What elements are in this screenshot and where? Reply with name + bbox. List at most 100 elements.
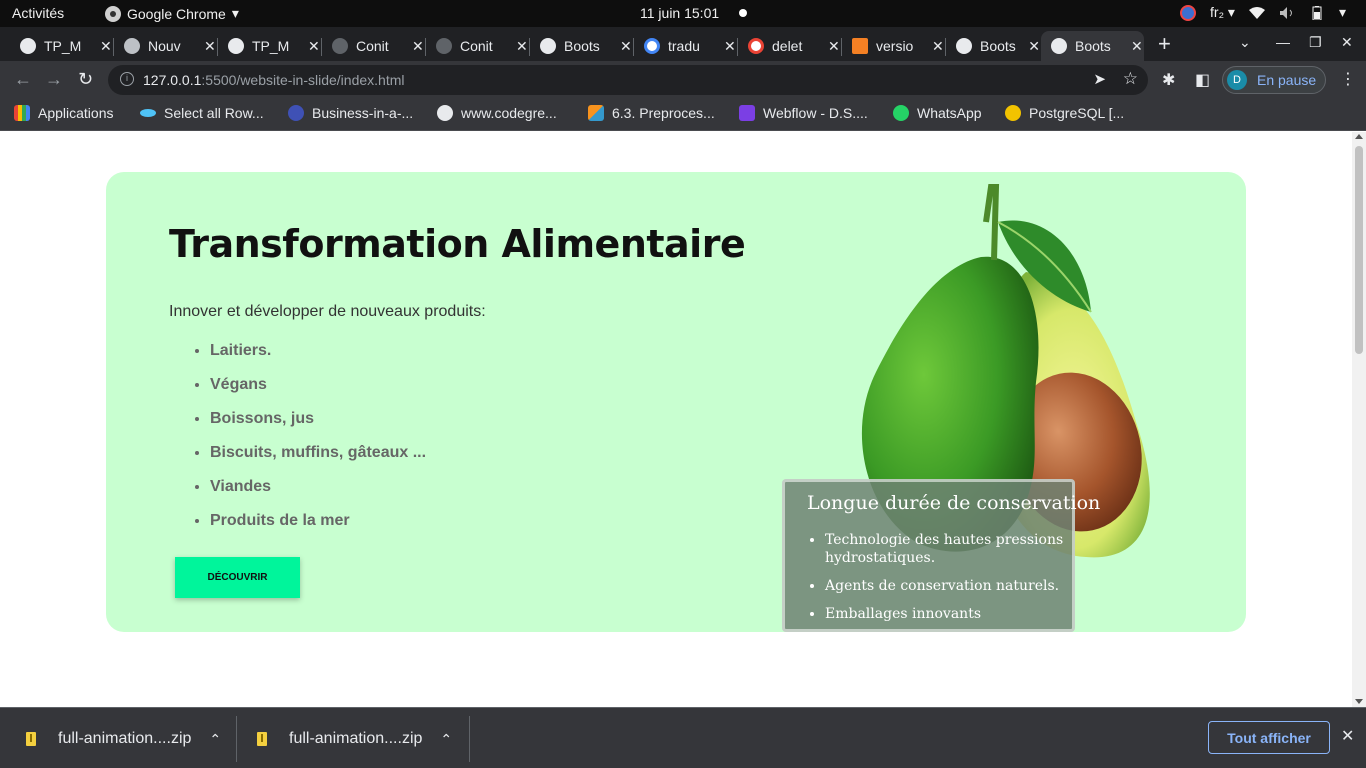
bookmark-item[interactable]: PostgreSQL [... (1005, 105, 1124, 121)
power-menu-icon[interactable]: ▾ (1339, 4, 1346, 21)
back-button[interactable]: ← (14, 69, 32, 90)
profile-status: En pause (1257, 72, 1317, 88)
whatsapp-icon (893, 105, 909, 121)
tab[interactable]: delet ✕ (738, 31, 842, 61)
globe-icon (1051, 38, 1067, 54)
chevron-up-icon[interactable]: ⌃ (440, 731, 452, 748)
scikit-icon (588, 105, 604, 121)
url-text[interactable]: 127.0.0.1:5500/website-in-slide/index.ht… (143, 72, 405, 88)
profile-button[interactable]: D En pause (1222, 66, 1326, 94)
globe-icon (540, 38, 556, 54)
tab[interactable]: Boots ✕ (946, 31, 1040, 61)
reload-button[interactable]: ↻ (78, 69, 93, 90)
google-icon (644, 38, 660, 54)
menu-kebab-icon[interactable]: ⋮ (1340, 69, 1356, 89)
forward-button[interactable]: → (45, 69, 63, 90)
show-all-button[interactable]: Tout afficher (1208, 721, 1330, 754)
tab[interactable]: TP_M ✕ (10, 31, 114, 61)
close-window-button[interactable]: ✕ (1341, 34, 1353, 51)
vertical-scrollbar[interactable] (1352, 132, 1366, 707)
keyboard-layout[interactable]: fr₂ ▾ (1210, 4, 1235, 21)
discover-button[interactable]: DÉCOUVRIR (175, 557, 300, 598)
tab[interactable]: Conit ✕ (426, 31, 530, 61)
tab-search-icon[interactable]: ⌄ (1239, 34, 1251, 51)
list-item: Boissons, jus (210, 410, 426, 444)
list-item: Biscuits, muffins, gâteaux ... (210, 444, 426, 478)
chrome-icon (124, 38, 140, 54)
browser-toolbar: ← → ↻ i 127.0.0.1:5500/website-in-slide/… (0, 61, 1366, 99)
close-tab-icon[interactable]: ✕ (412, 38, 424, 55)
close-tab-icon[interactable]: ✕ (516, 38, 528, 55)
overlay-title: Longue durée de conservation (807, 492, 1101, 514)
bookmark-item[interactable]: Business-in-a-... (288, 105, 413, 121)
tab[interactable]: Conit ✕ (322, 31, 426, 61)
bookmark-item[interactable]: Select all Row... (140, 105, 264, 121)
tab[interactable]: versio ✕ (842, 31, 946, 61)
app-indicator-icon[interactable] (1180, 4, 1197, 21)
download-filename: full-animation....zip (289, 730, 423, 747)
webflow-icon (739, 105, 755, 121)
tab[interactable]: tradu ✕ (634, 31, 738, 61)
close-tab-icon[interactable]: ✕ (1028, 38, 1040, 55)
tab[interactable]: TP_M ✕ (218, 31, 322, 61)
zip-file-icon (257, 732, 267, 746)
close-icon[interactable]: ✕ (1341, 726, 1354, 746)
download-item[interactable]: full-animation....zip ⌃ (257, 716, 467, 762)
extensions-icon[interactable]: ✱ (1162, 70, 1175, 90)
chrome-icon (105, 5, 121, 22)
product-list: Laitiers. Végans Boissons, jus Biscuits,… (210, 342, 426, 546)
close-tab-icon[interactable]: ✕ (932, 38, 944, 55)
zip-file-icon (26, 732, 36, 746)
wifi-icon (1248, 6, 1265, 19)
scrollbar-thumb[interactable] (1355, 146, 1363, 354)
notification-dot (739, 9, 747, 17)
minimize-button[interactable]: — (1276, 34, 1290, 50)
tab[interactable]: Boots ✕ (530, 31, 634, 61)
download-item[interactable]: full-animation....zip ⌃ (26, 716, 236, 762)
bookmark-star-icon[interactable]: ☆ (1123, 69, 1138, 89)
system-tray[interactable]: fr₂ ▾ ▾ (1180, 4, 1346, 21)
clock[interactable]: 11 juin 15:01 (640, 5, 719, 21)
overlay-list: Technologie des hautes pressions hydrost… (825, 531, 1065, 633)
database-icon (1005, 105, 1021, 121)
scroll-up-arrow[interactable] (1355, 134, 1363, 139)
downloads-shelf: full-animation....zip ⌃ full-animation..… (0, 707, 1366, 768)
github-icon (436, 38, 452, 54)
tab-active[interactable]: Boots ✕ (1041, 31, 1144, 61)
download-filename: full-animation....zip (58, 730, 192, 747)
bookmarks-bar: Applications Select all Row... Business-… (0, 99, 1366, 131)
close-tab-icon[interactable]: ✕ (100, 38, 112, 55)
hero-card: Transformation Alimentaire Innover et dé… (106, 172, 1246, 632)
scroll-down-arrow[interactable] (1355, 699, 1363, 704)
new-tab-button[interactable]: + (1158, 31, 1171, 57)
side-panel-icon[interactable]: ◧ (1195, 70, 1210, 90)
app-menu[interactable]: Google Chrome ▾ (105, 5, 239, 22)
close-tab-icon[interactable]: ✕ (204, 38, 216, 55)
globe-icon (437, 105, 453, 121)
info-icon[interactable]: i (120, 72, 134, 86)
list-item: Emballages innovants (825, 605, 1065, 623)
list-item: Agents de conservation naturels. (825, 577, 1065, 595)
close-tab-icon[interactable]: ✕ (620, 38, 632, 55)
close-tab-icon[interactable]: ✕ (828, 38, 840, 55)
page-viewport: Transformation Alimentaire Innover et dé… (0, 132, 1352, 707)
activities-button[interactable]: Activités (12, 5, 64, 21)
volume-icon (1279, 6, 1292, 19)
close-tab-icon[interactable]: ✕ (308, 38, 320, 55)
divider (469, 716, 470, 762)
close-tab-icon[interactable]: ✕ (1131, 38, 1143, 55)
close-tab-icon[interactable]: ✕ (724, 38, 736, 55)
bookmark-item[interactable]: 6.3. Preproces... (588, 105, 715, 121)
bookmark-item[interactable]: www.codegre... (437, 105, 557, 121)
bookmark-item[interactable]: Webflow - D.S.... (739, 105, 868, 121)
maximize-button[interactable]: ❐ (1309, 34, 1322, 51)
bookmark-item[interactable]: Applications (14, 105, 114, 121)
battery-icon (1312, 5, 1322, 20)
chevron-up-icon[interactable]: ⌃ (209, 731, 221, 748)
send-icon[interactable]: ➤ (1093, 70, 1106, 88)
address-bar[interactable]: i 127.0.0.1:5500/website-in-slide/index.… (108, 65, 1148, 95)
bookmark-item[interactable]: WhatsApp (893, 105, 982, 121)
os-top-bar: Activités Google Chrome ▾ 11 juin 15:01 … (0, 0, 1366, 27)
github-icon (332, 38, 348, 54)
tab[interactable]: Nouv ✕ (114, 31, 218, 61)
